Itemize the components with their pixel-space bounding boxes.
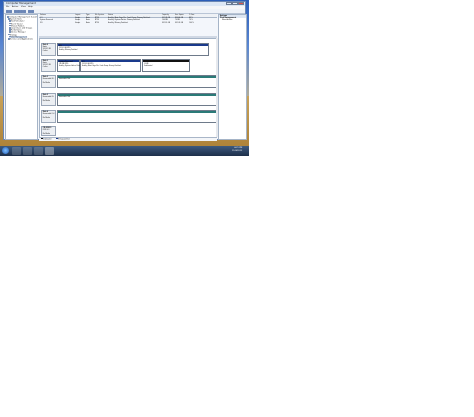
column-header[interactable]: Layout [75, 14, 80, 17]
taskbar-browser-icon[interactable] [23, 147, 32, 155]
column-header[interactable]: % Free [189, 14, 194, 17]
legend-item: Primary partition [56, 137, 70, 140]
disk-label-1[interactable]: Disk 1 Basic 931.51 GB Online [41, 59, 56, 72]
disk-label-cdrom[interactable]: CD-ROM 0 DVD (H:) No Media [41, 126, 56, 136]
volume-block[interactable]: Removable Disk [57, 75, 217, 88]
volume-block[interactable]: System Reserved 100 MB NTFS Healthy (Sys… [57, 59, 89, 72]
disk-label-2[interactable]: Disk 2 Removable (E:) No Media [41, 75, 56, 88]
legend-item: Unallocated [41, 137, 52, 140]
column-header[interactable]: Free Space [175, 14, 184, 17]
column-header[interactable]: File System [95, 14, 104, 17]
column-header[interactable]: Status [108, 14, 113, 17]
taskbar-media-icon[interactable] [34, 147, 43, 155]
volume-block[interactable] [57, 110, 217, 123]
column-header[interactable]: Type [86, 14, 90, 17]
actions-item-more[interactable]: More Actions [222, 20, 232, 22]
forward-icon[interactable] [9, 10, 12, 13]
unallocated-bar [143, 60, 189, 62]
volume-block[interactable]: (D:) 931.51 GB NTFS Healthy (Primary Par… [57, 43, 209, 56]
column-header[interactable]: Volume [40, 14, 46, 17]
disk-label-4[interactable]: Disk 4 Removable (G:) No Media [41, 110, 56, 123]
close-button[interactable] [238, 2, 244, 5]
computer-management-window: Computer Management File Action View Hel… [3, 1, 247, 141]
removable-bar [58, 76, 216, 78]
volume-block[interactable]: 23 MB Unallocated [142, 59, 190, 72]
removable-bar [58, 111, 216, 113]
disk-label-0[interactable]: Disk 0 Basic 931.51 GB Online [41, 43, 56, 56]
primary-partition-bar [58, 44, 208, 46]
connect-icon[interactable] [31, 10, 34, 13]
taskbar-computer-management-icon[interactable] [45, 147, 54, 155]
tree-item[interactable]: Services and Applications [8, 38, 33, 41]
removable-bar [58, 94, 216, 96]
start-button[interactable] [2, 147, 9, 154]
volume-block[interactable]: (C:) 931.39 GB NTFS Healthy (Boot, Page … [80, 59, 141, 72]
table-row[interactable]: (D:) Simple Basic NTFS Healthy (Primary … [39, 23, 217, 25]
volume-block[interactable]: Removable Disk [57, 93, 217, 106]
taskbar-explorer-icon[interactable] [12, 147, 21, 155]
disk-graphical-view: Disk 0 Basic 931.51 GB Online (D:) 931.5… [39, 38, 217, 140]
disk-label-3[interactable]: Disk 3 Removable (F:) No Media [41, 93, 56, 106]
column-header[interactable]: Capacity [162, 14, 169, 17]
help-icon[interactable] [23, 10, 26, 13]
console-tree: Computer Management (Local) System Tools… [5, 14, 38, 140]
system-clock[interactable]: 4:21 PM 11/4/2012 [232, 147, 242, 153]
actions-pane: Actions Disk Management More Actions [218, 14, 247, 140]
primary-partition-bar [81, 60, 140, 62]
